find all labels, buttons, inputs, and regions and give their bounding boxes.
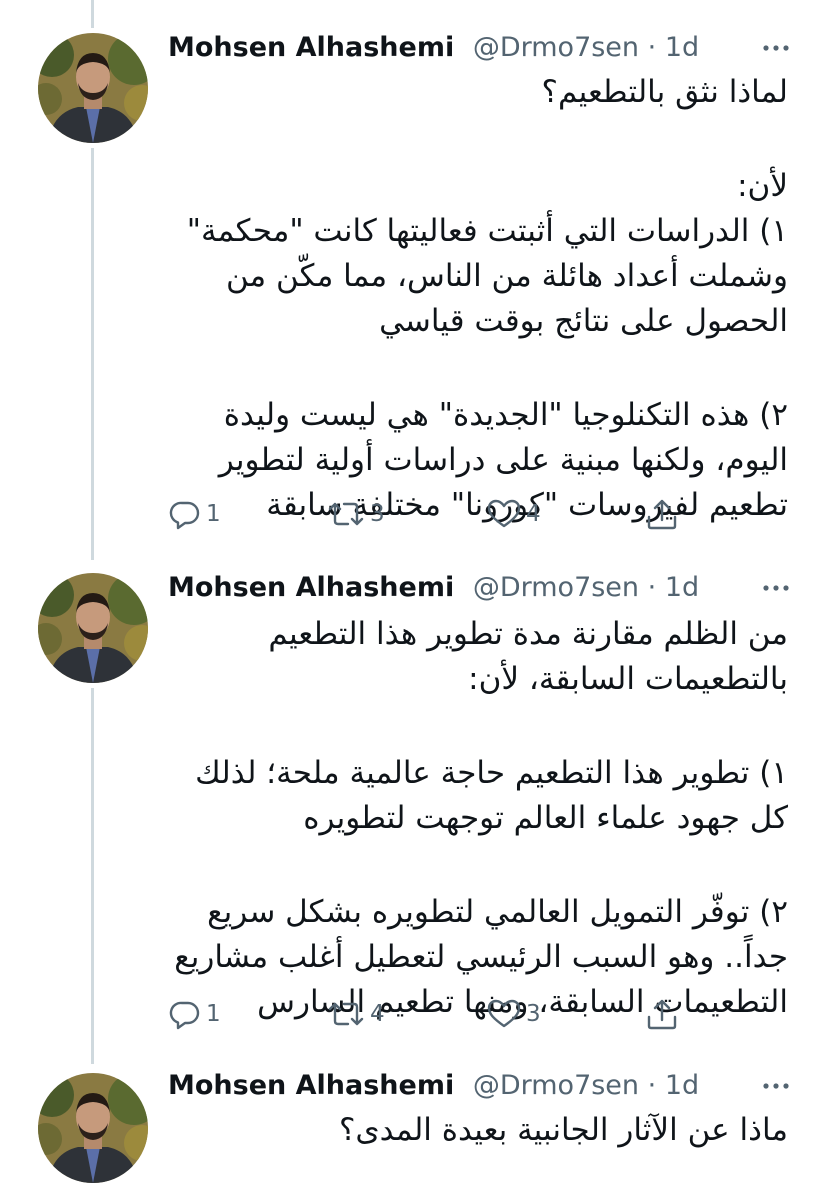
retweet-button[interactable]: 3 bbox=[326, 492, 385, 536]
author-name[interactable]: Mohsen Alhashemi bbox=[168, 572, 454, 603]
tweet-text-line: ٢) توفّر التمويل العالمي لتطويره بشكل سر… bbox=[207, 894, 788, 930]
author-name[interactable]: Mohsen Alhashemi bbox=[168, 1070, 454, 1101]
author-name[interactable]: Mohsen Alhashemi bbox=[168, 32, 454, 63]
tweet-text-line: كل جهود علماء العالم توجهت لتطويره bbox=[303, 800, 788, 836]
tweet-text-line: اليوم، ولكنها مبنية على دراسات أولية لتط… bbox=[218, 442, 788, 478]
tweet-header: Mohsen Alhashemi @Drmo7sen · 1d bbox=[168, 568, 794, 608]
share-icon bbox=[647, 999, 677, 1030]
reply-icon bbox=[169, 501, 200, 530]
avatar[interactable] bbox=[38, 33, 148, 143]
tweet-time[interactable]: 1d bbox=[665, 1070, 699, 1101]
like-button[interactable]: 4 bbox=[486, 492, 541, 536]
separator-dot: · bbox=[647, 1070, 657, 1101]
share-button[interactable] bbox=[644, 992, 680, 1036]
tweet-text: ماذا عن الآثار الجانبية بعيدة المدى؟ bbox=[168, 1108, 788, 1153]
tweet-actions: 1 3 4 bbox=[168, 492, 688, 536]
reply-icon bbox=[169, 1001, 200, 1030]
author-handle[interactable]: @Drmo7sen bbox=[473, 1070, 639, 1101]
tweet-text-line: جداً.. وهو السبب الرئيسي لتعطيل أغلب مشا… bbox=[174, 939, 788, 975]
tweet-time[interactable]: 1d bbox=[665, 32, 699, 63]
tweet-header: Mohsen Alhashemi @Drmo7sen · 1d bbox=[168, 28, 794, 68]
retweet-icon bbox=[328, 502, 364, 526]
tweet-text-line: بالتطعيمات السابقة، لأن: bbox=[468, 661, 788, 697]
tweet-text-line: لماذا نثق بالتطعيم؟ bbox=[541, 74, 788, 110]
avatar[interactable] bbox=[38, 1073, 148, 1183]
separator-dot: · bbox=[647, 32, 657, 63]
tweet-text: من الظلم مقارنة مدة تطوير هذا التطعيم با… bbox=[168, 612, 788, 1025]
more-horizontal-icon[interactable] bbox=[758, 30, 794, 66]
author-handle[interactable]: @Drmo7sen bbox=[473, 572, 639, 603]
retweet-icon bbox=[328, 1002, 364, 1026]
reply-button[interactable]: 1 bbox=[168, 492, 221, 536]
tweet-text-line: لأن: bbox=[737, 168, 788, 204]
tweet-header: Mohsen Alhashemi @Drmo7sen · 1d bbox=[168, 1066, 794, 1106]
tweet-text-line: ١) الدراسات التي أثبتت فعاليتها كانت "مح… bbox=[186, 213, 788, 249]
avatar[interactable] bbox=[38, 573, 148, 683]
tweet-time[interactable]: 1d bbox=[665, 572, 699, 603]
retweet-count: 4 bbox=[370, 1001, 385, 1027]
like-count: 4 bbox=[526, 501, 541, 527]
tweet[interactable]: Mohsen Alhashemi @Drmo7sen · 1d لماذا نث… bbox=[0, 0, 824, 560]
tweet-text-line: ١) تطوير هذا التطعيم حاجة عالمية ملحة؛ ل… bbox=[195, 755, 788, 791]
more-horizontal-icon[interactable] bbox=[758, 1068, 794, 1104]
tweet-text-line: من الظلم مقارنة مدة تطوير هذا التطعيم bbox=[268, 616, 788, 652]
heart-icon bbox=[487, 999, 521, 1028]
more-horizontal-icon[interactable] bbox=[758, 570, 794, 606]
tweet-text-line: ٢) هذه التكنلوجيا "الجديدة" هي ليست وليد… bbox=[223, 397, 788, 433]
reply-count: 1 bbox=[206, 1001, 221, 1027]
tweet-text-line: الحصول على نتائج بوقت قياسي bbox=[379, 303, 788, 339]
heart-icon bbox=[487, 499, 521, 528]
like-button[interactable]: 3 bbox=[486, 992, 541, 1036]
tweet-text-line: ماذا عن الآثار الجانبية بعيدة المدى؟ bbox=[338, 1112, 788, 1148]
tweet-actions: 1 4 3 bbox=[168, 992, 688, 1036]
tweet-text-line: وشملت أعداد هائلة من الناس، مما مكّن من bbox=[225, 258, 788, 294]
like-count: 3 bbox=[526, 1001, 541, 1027]
author-handle[interactable]: @Drmo7sen bbox=[473, 32, 639, 63]
separator-dot: · bbox=[647, 572, 657, 603]
tweet-text: لماذا نثق بالتطعيم؟ لأن: ١) الدراسات الت… bbox=[168, 70, 788, 528]
retweet-button[interactable]: 4 bbox=[326, 992, 385, 1036]
reply-count: 1 bbox=[206, 501, 221, 527]
share-icon bbox=[647, 499, 677, 530]
reply-button[interactable]: 1 bbox=[168, 992, 221, 1036]
tweet[interactable]: Mohsen Alhashemi @Drmo7sen · 1d ماذا عن … bbox=[0, 1060, 824, 1200]
retweet-count: 3 bbox=[370, 501, 385, 527]
share-button[interactable] bbox=[644, 492, 680, 536]
tweet[interactable]: Mohsen Alhashemi @Drmo7sen · 1d من الظلم… bbox=[0, 560, 824, 1060]
